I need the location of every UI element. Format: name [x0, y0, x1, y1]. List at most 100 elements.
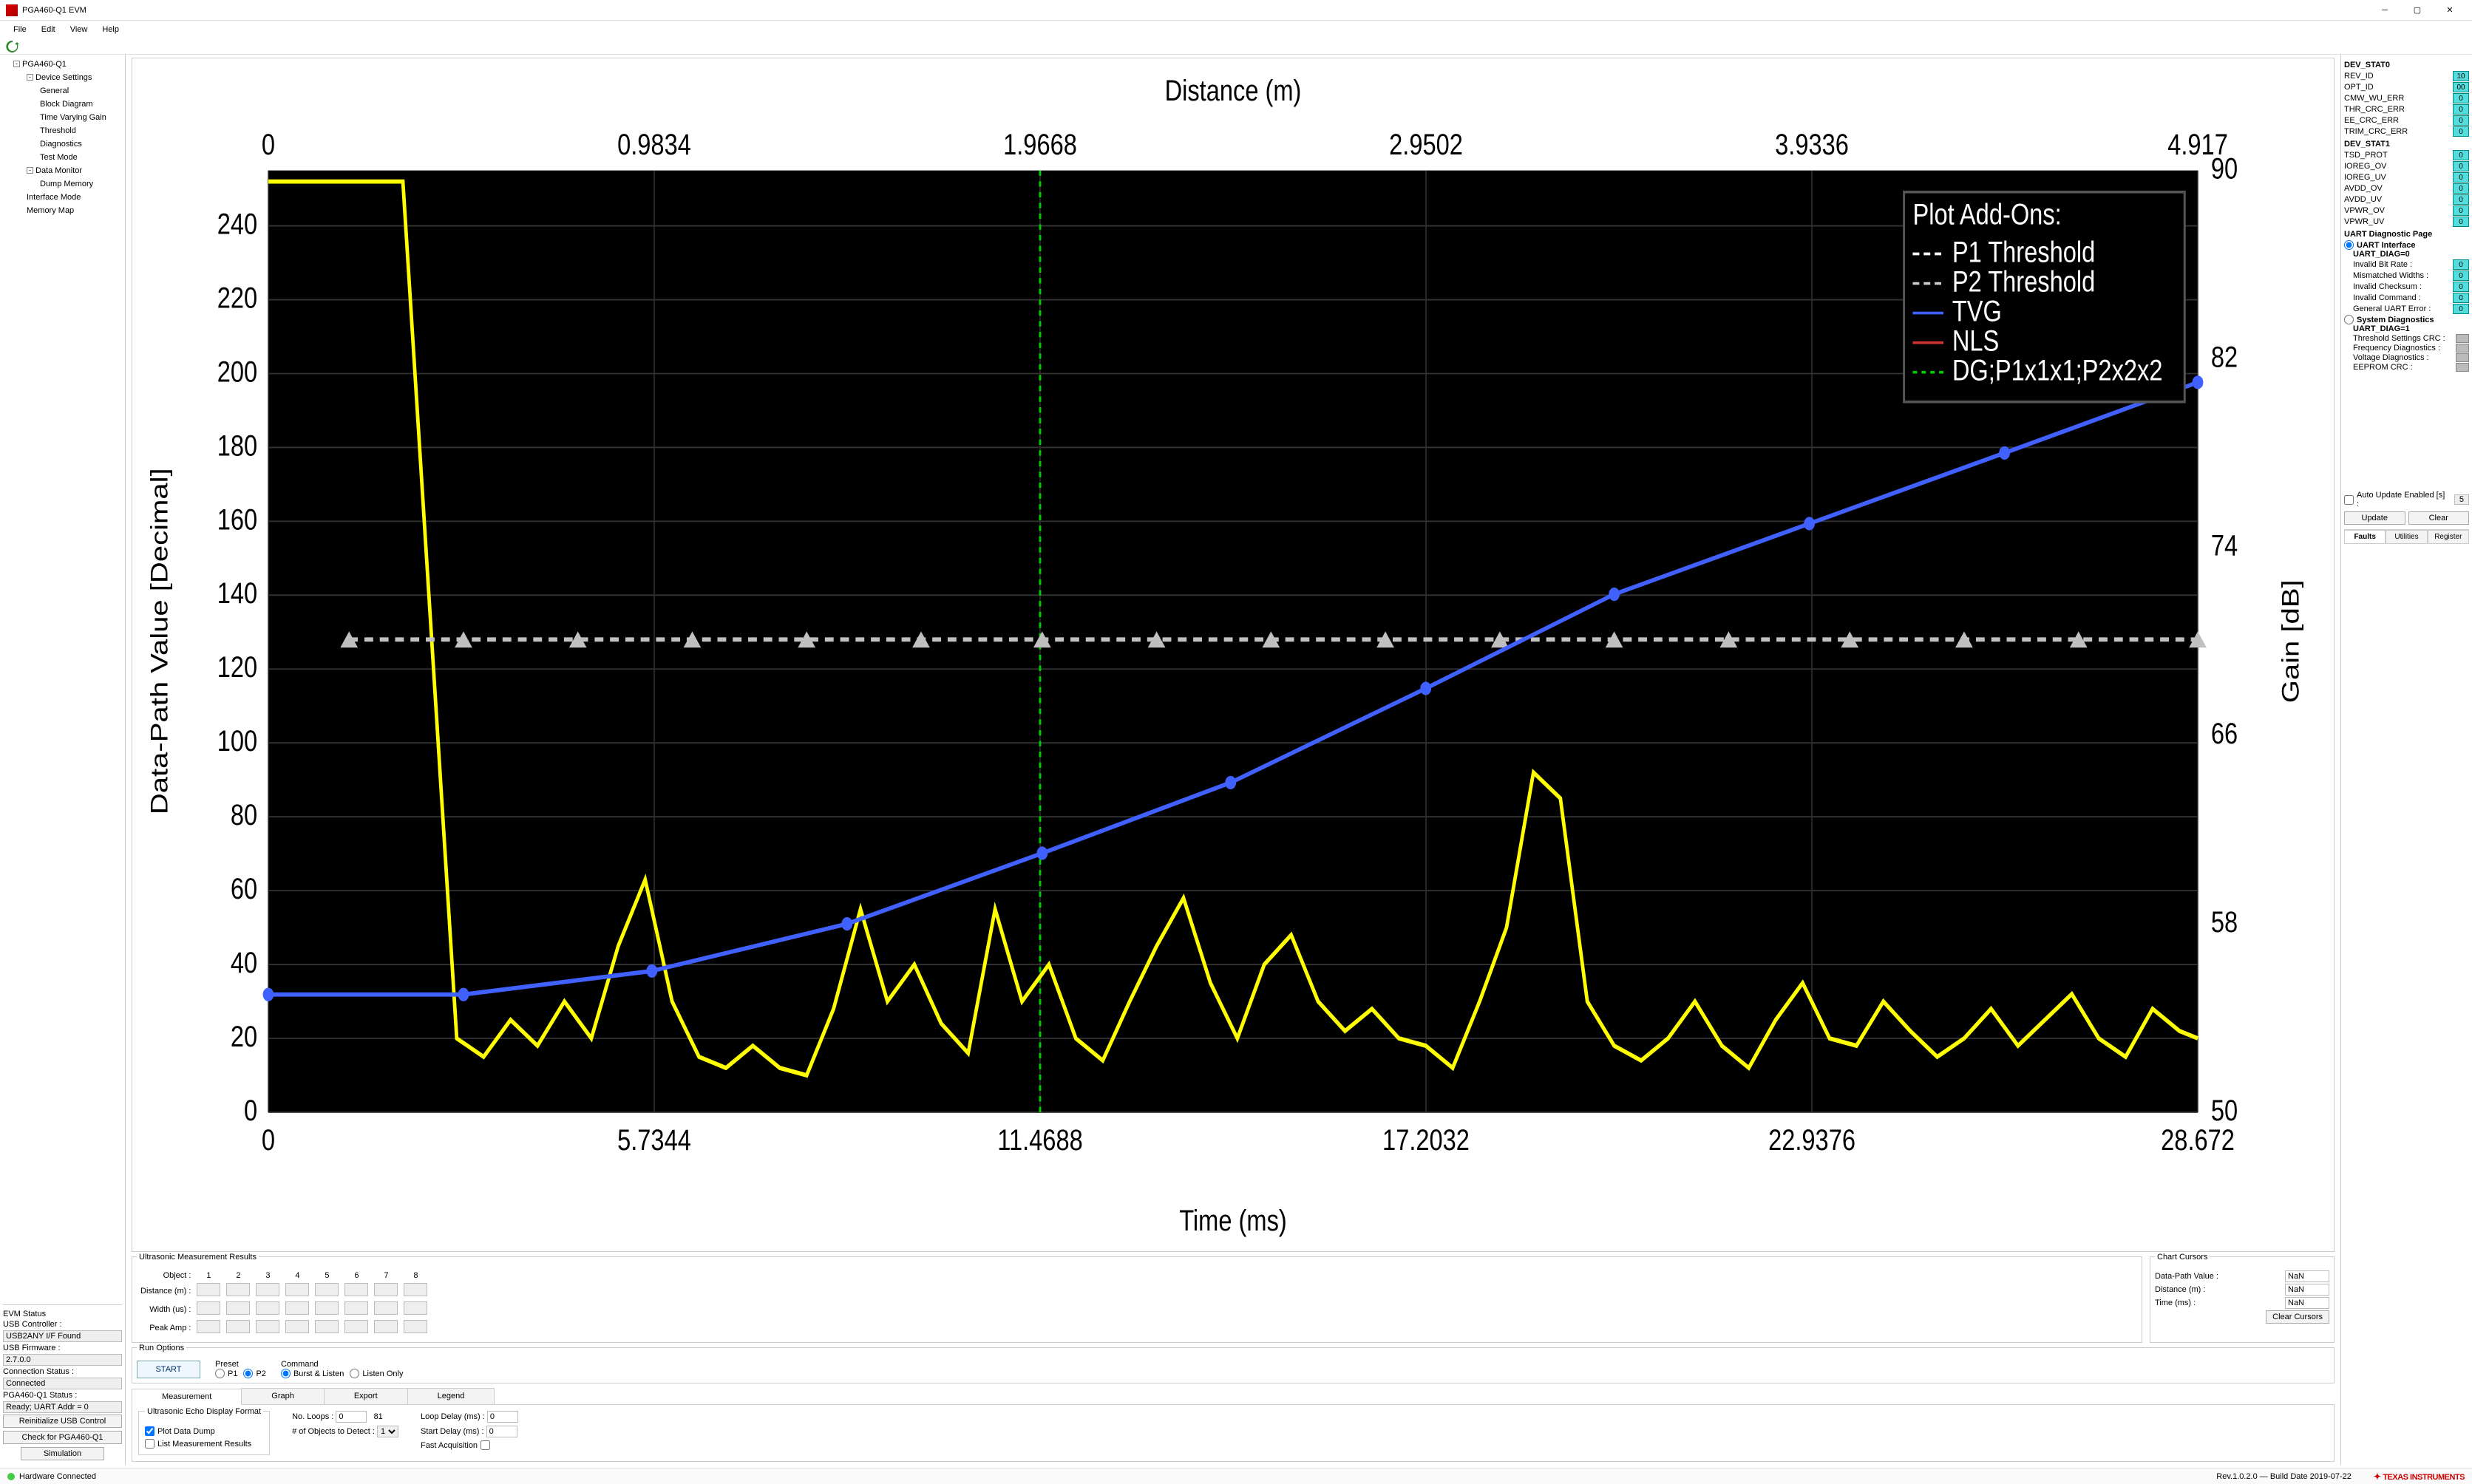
reinitialize-button[interactable]: Reinitialize USB Control: [3, 1415, 122, 1428]
start-button[interactable]: START: [137, 1361, 200, 1378]
status-row: TSD_PROT0: [2344, 150, 2469, 160]
tab-legend[interactable]: Legend: [407, 1388, 495, 1404]
status-bar: Hardware Connected Rev.1.0.2.0 — Build D…: [0, 1468, 2472, 1484]
list-results-checkbox[interactable]: List Measurement Results: [145, 1439, 263, 1449]
uart-diag0-label: UART_DIAG=0: [2353, 250, 2410, 259]
plot-data-dump-checkbox[interactable]: Plot Data Dump: [145, 1426, 263, 1436]
update-button[interactable]: Update: [2344, 511, 2405, 525]
menu-edit[interactable]: Edit: [34, 23, 63, 36]
tree-general[interactable]: General: [3, 84, 122, 98]
cmd-burst[interactable]: Burst & Listen: [281, 1369, 344, 1378]
svg-text:0.9834: 0.9834: [617, 128, 691, 161]
window-title: PGA460-Q1 EVM: [22, 6, 86, 15]
loops-label: No. Loops :: [292, 1412, 333, 1421]
refresh-icon[interactable]: [6, 40, 19, 53]
svg-text:1.9668: 1.9668: [1003, 128, 1077, 161]
clear-cursors-button[interactable]: Clear Cursors: [2266, 1310, 2329, 1324]
tree-threshold[interactable]: Threshold: [3, 124, 122, 137]
tree-memory-map[interactable]: Memory Map: [3, 204, 122, 217]
status-row: General UART Error :0: [2353, 304, 2469, 314]
status-row: VPWR_OV0: [2344, 205, 2469, 216]
status-row: Threshold Settings CRC :: [2353, 334, 2469, 343]
umr-cell: [344, 1301, 368, 1315]
svg-text:50: 50: [2211, 1094, 2238, 1127]
status-row: VPWR_UV0: [2344, 217, 2469, 227]
svg-text:11.4688: 11.4688: [997, 1123, 1082, 1157]
preset-p2[interactable]: P2: [243, 1369, 265, 1378]
tree-test-mode[interactable]: Test Mode: [3, 151, 122, 164]
tree-block-diagram[interactable]: Block Diagram: [3, 98, 122, 111]
connection-dot-icon: [7, 1473, 15, 1480]
tab-faults[interactable]: Faults: [2344, 530, 2386, 544]
dpv-label: Data-Path Value :: [2155, 1272, 2218, 1281]
preset-label: Preset: [215, 1360, 266, 1369]
auto-update-checkbox[interactable]: Auto Update Enabled [s] : 5: [2344, 491, 2469, 508]
svg-text:140: 140: [217, 576, 257, 610]
tree-dump-memory[interactable]: Dump Memory: [3, 177, 122, 191]
svg-text:P2 Threshold: P2 Threshold: [1952, 265, 2095, 298]
status-row: REV_ID10: [2344, 71, 2469, 81]
start-delay-input[interactable]: [486, 1426, 517, 1437]
menu-help[interactable]: Help: [95, 23, 126, 36]
menu-file[interactable]: File: [6, 23, 34, 36]
check-pga-button[interactable]: Check for PGA460-Q1: [3, 1431, 122, 1444]
command-label: Command: [281, 1360, 404, 1369]
echo-chart[interactable]: 020406080100120140160180200220240005.734…: [132, 58, 2335, 1252]
tree-root[interactable]: -PGA460-Q1: [3, 58, 122, 71]
preset-p1[interactable]: P1: [215, 1369, 237, 1378]
loops-input[interactable]: [336, 1411, 367, 1423]
uart-interface-radio[interactable]: UART Interface: [2344, 240, 2469, 250]
nav-tree: -PGA460-Q1 -Device Settings General Bloc…: [3, 58, 122, 1304]
simulation-button[interactable]: Simulation: [21, 1447, 104, 1460]
clear-button[interactable]: Clear: [2408, 511, 2470, 525]
svg-text:2.9502: 2.9502: [1389, 128, 1463, 161]
umr-cell: [197, 1301, 220, 1315]
tab-graph[interactable]: Graph: [241, 1388, 325, 1404]
tree-device-settings[interactable]: -Device Settings: [3, 71, 122, 84]
pga-status-value: [3, 1401, 122, 1413]
status-row: CMW_WU_ERR0: [2344, 93, 2469, 103]
svg-text:40: 40: [231, 946, 257, 979]
maximize-button[interactable]: ▢: [2401, 0, 2434, 21]
cmd-listen[interactable]: Listen Only: [350, 1369, 403, 1378]
svg-text:TVG: TVG: [1952, 294, 2002, 327]
right-panel: DEV_STAT0 REV_ID10OPT_ID00CMW_WU_ERR0THR…: [2340, 55, 2472, 1465]
build-info: Rev.1.0.2.0 — Build Date 2019-07-22: [2216, 1472, 2352, 1481]
tree-diagnostics[interactable]: Diagnostics: [3, 137, 122, 151]
loop-delay-input[interactable]: [487, 1411, 518, 1423]
dist-value[interactable]: [2285, 1284, 2329, 1296]
tab-utilities[interactable]: Utilities: [2386, 530, 2427, 544]
status-row: OPT_ID00: [2344, 82, 2469, 92]
svg-text:66: 66: [2211, 717, 2238, 750]
time-label: Time (ms) :: [2155, 1298, 2196, 1307]
menu-view[interactable]: View: [63, 23, 95, 36]
svg-text:17.2032: 17.2032: [1382, 1123, 1470, 1157]
title-bar: PGA460-Q1 EVM ─ ▢ ✕: [0, 0, 2472, 21]
umr-cell: [344, 1283, 368, 1296]
menu-bar: File Edit View Help: [0, 21, 2472, 38]
tree-data-monitor[interactable]: -Data Monitor: [3, 164, 122, 177]
hardware-status: Hardware Connected: [19, 1472, 96, 1481]
svg-text:P1 Threshold: P1 Threshold: [1952, 235, 2095, 268]
app-icon: [6, 4, 18, 16]
svg-text:Plot Add-Ons:: Plot Add-Ons:: [1912, 197, 2061, 231]
system-diag-radio[interactable]: System Diagnostics: [2344, 315, 2469, 324]
dpv-value[interactable]: [2285, 1270, 2329, 1282]
svg-text:160: 160: [217, 503, 257, 536]
fast-acq-checkbox[interactable]: Fast Acquisition: [421, 1440, 518, 1450]
tree-interface-mode[interactable]: Interface Mode: [3, 191, 122, 204]
ti-logo: ✦ TEXAS INSTRUMENTS: [2374, 1471, 2465, 1482]
tab-export[interactable]: Export: [324, 1388, 408, 1404]
measurement-tab-body: Ultrasonic Echo Display Format Plot Data…: [132, 1405, 2335, 1462]
objects-select[interactable]: 1: [377, 1426, 398, 1437]
umr-cell: [256, 1320, 279, 1333]
tab-register[interactable]: Register: [2428, 530, 2469, 544]
tab-measurement[interactable]: Measurement: [132, 1389, 242, 1405]
tree-tvg[interactable]: Time Varying Gain: [3, 111, 122, 124]
minimize-button[interactable]: ─: [2369, 0, 2401, 21]
status-row: Invalid Command :0: [2353, 293, 2469, 303]
close-button[interactable]: ✕: [2434, 0, 2466, 21]
time-value[interactable]: [2285, 1297, 2329, 1309]
evm-status-title: EVM Status: [3, 1310, 122, 1318]
svg-text:Distance (m): Distance (m): [1165, 74, 1302, 107]
